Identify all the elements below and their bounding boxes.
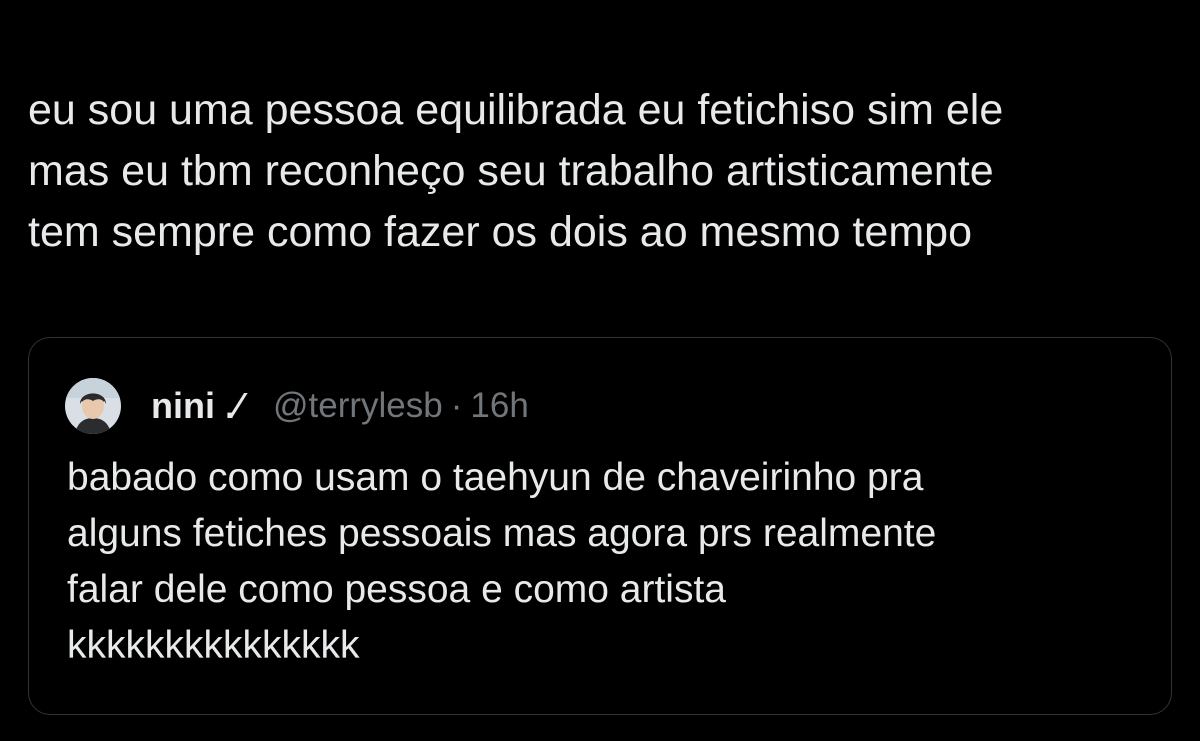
- quoted-tweet-header: nini .⁄ @terrylesb · 16h: [65, 378, 529, 434]
- avatar-photo-icon: [65, 378, 121, 434]
- quoted-tweet-text-line: kkkkkkkkkkkkkkk: [67, 624, 360, 667]
- tweet-text-line: mas eu tbm reconheço seu trabalho artist…: [28, 147, 994, 195]
- quoted-tweet-text-line: babado como usam o taehyun de chaveirinh…: [67, 456, 924, 499]
- display-name[interactable]: nini .⁄: [151, 385, 241, 427]
- timestamp[interactable]: 16h: [470, 386, 528, 426]
- quoted-tweet-text-line: falar dele como pessoa e como artista: [67, 568, 727, 611]
- quoted-tweet-text-line: alguns fetiches pessoais mas agora prs r…: [67, 512, 937, 555]
- separator-dot: ·: [450, 386, 463, 425]
- user-handle[interactable]: @terrylesb: [273, 386, 443, 426]
- tweet-text-line: eu sou uma pessoa equilibrada eu fetichi…: [28, 86, 1004, 134]
- avatar[interactable]: [65, 378, 121, 434]
- quoted-tweet-card[interactable]: nini .⁄ @terrylesb · 16h babado como usa…: [28, 337, 1172, 715]
- tweet-text: eu sou uma pessoa equilibrada eu fetichi…: [28, 80, 1188, 263]
- tweet-text-line: tem sempre como fazer os dois ao mesmo t…: [28, 208, 972, 256]
- quoted-tweet-text: babado como usam o taehyun de chaveirinh…: [67, 450, 1147, 674]
